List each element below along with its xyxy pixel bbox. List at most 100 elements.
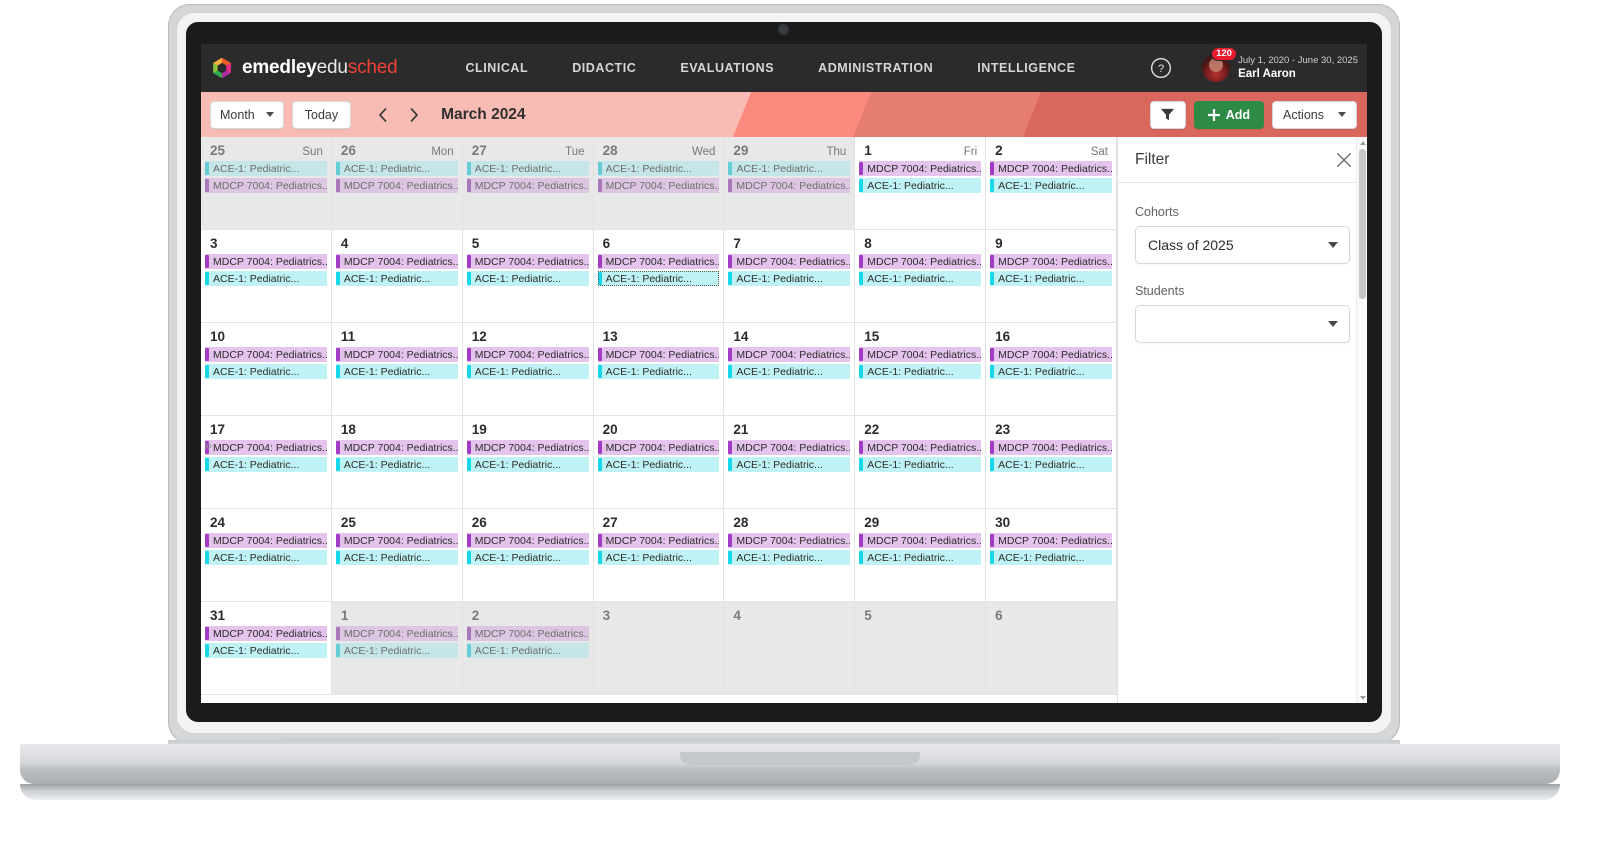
calendar-event[interactable]: ACE-1: Pediatric... (990, 178, 1112, 193)
calendar-day-cell[interactable]: 6 MDCP 7004: Pediatrics... ACE-1: Pediatri… (593, 230, 725, 323)
calendar-event[interactable]: MDCP 7004: Pediatrics... (335, 626, 458, 641)
calendar-event[interactable]: MDCP 7004: Pediatrics... (205, 254, 327, 269)
calendar-day-cell[interactable]: 20 MDCP 7004: Pediatrics... ACE-1: Pediatr… (593, 416, 725, 509)
calendar-event[interactable]: MDCP 7004: Pediatrics... (859, 347, 982, 362)
calendar-day-cell[interactable]: 2 Sat MDCP 7004: Pediatrics... ACE-1: Pedia… (986, 137, 1117, 230)
nav-item-administration[interactable]: ADMINISTRATION (796, 61, 955, 75)
calendar-event[interactable]: ACE-1: Pediatric... (205, 643, 327, 658)
calendar-day-cell[interactable]: 19 MDCP 7004: Pediatrics... ACE-1: Pediatr… (462, 416, 594, 509)
calendar-event[interactable]: ACE-1: Pediatric... (597, 364, 720, 379)
calendar-day-cell[interactable]: 4 MDCP 7004: Pediatrics... ACE-1: Pediatri… (331, 230, 463, 323)
calendar-event[interactable]: MDCP 7004: Pediatrics... (335, 178, 458, 193)
calendar-event[interactable]: MDCP 7004: Pediatrics... (728, 347, 851, 362)
vertical-scrollbar[interactable] (1356, 137, 1367, 703)
calendar-event[interactable]: ACE-1: Pediatric... (335, 161, 458, 176)
calendar-day-cell[interactable]: 15 MDCP 7004: Pediatrics... ACE-1: Pediatr… (855, 323, 987, 416)
calendar-day-cell[interactable]: 21 MDCP 7004: Pediatrics... ACE-1: Pediatr… (724, 416, 856, 509)
calendar-day-cell[interactable]: 30 MDCP 7004: Pediatrics... ACE-1: Pediatr… (986, 509, 1117, 602)
calendar-event[interactable]: MDCP 7004: Pediatrics... (990, 347, 1112, 362)
calendar-event[interactable]: ACE-1: Pediatric... (859, 364, 982, 379)
calendar-event[interactable]: MDCP 7004: Pediatrics... (859, 533, 982, 548)
calendar-event[interactable]: MDCP 7004: Pediatrics... (466, 347, 589, 362)
calendar-event[interactable]: MDCP 7004: Pediatrics... (728, 533, 851, 548)
notification-badge[interactable]: 120 (1211, 47, 1237, 62)
today-button[interactable]: Today (291, 100, 352, 129)
calendar-event[interactable]: ACE-1: Pediatric... (859, 457, 982, 472)
calendar-event[interactable]: ACE-1: Pediatric... (466, 550, 589, 565)
calendar-day-cell[interactable]: 5 MDCP 7004: Pediatrics... ACE-1: Pediatri… (462, 230, 594, 323)
calendar-event[interactable]: MDCP 7004: Pediatrics... (466, 254, 589, 269)
calendar-event[interactable]: MDCP 7004: Pediatrics... (728, 440, 851, 455)
calendar-day-cell[interactable]: 28 Wed ACE-1: Pediatric... MDCP 7004: Pedia… (593, 137, 725, 230)
calendar-day-cell[interactable]: 14 MDCP 7004: Pediatrics... ACE-1: Pediatr… (724, 323, 856, 416)
calendar-event[interactable]: MDCP 7004: Pediatrics... (205, 178, 327, 193)
nav-item-didactic[interactable]: DIDACTIC (550, 61, 658, 75)
calendar-day-cell[interactable]: 17 MDCP 7004: Pediatrics... ACE-1: Pediatr… (201, 416, 332, 509)
calendar-event[interactable]: ACE-1: Pediatric... (728, 364, 851, 379)
calendar-day-cell[interactable]: 24 MDCP 7004: Pediatrics... ACE-1: Pediatr… (201, 509, 332, 602)
scroll-up-button[interactable] (1357, 137, 1367, 148)
calendar-event[interactable]: MDCP 7004: Pediatrics... (990, 254, 1112, 269)
calendar-event[interactable]: ACE-1: Pediatric... (859, 271, 982, 286)
calendar-event[interactable]: ACE-1: Pediatric... (466, 271, 589, 286)
calendar-event[interactable]: ACE-1: Pediatric... (205, 364, 327, 379)
calendar-event[interactable]: MDCP 7004: Pediatrics... (597, 440, 720, 455)
calendar-day-cell[interactable]: 11 MDCP 7004: Pediatrics... ACE-1: Pediatr… (331, 323, 463, 416)
calendar-event[interactable]: MDCP 7004: Pediatrics... (597, 347, 720, 362)
sidebar-collapse-handle[interactable]: » (201, 433, 215, 457)
view-mode-dropdown[interactable]: Month (210, 100, 284, 129)
calendar-day-cell[interactable]: 5 (855, 602, 987, 695)
calendar-day-cell[interactable]: 2 MDCP 7004: Pediatrics... ACE-1: Pediatri… (462, 602, 594, 695)
calendar-day-cell[interactable]: 7 MDCP 7004: Pediatrics... ACE-1: Pediatri… (724, 230, 856, 323)
calendar-event[interactable]: ACE-1: Pediatric... (335, 643, 458, 658)
calendar-day-cell[interactable]: 8 MDCP 7004: Pediatrics... ACE-1: Pediatri… (855, 230, 987, 323)
calendar-event[interactable]: ACE-1: Pediatric... (990, 457, 1112, 472)
calendar-day-cell[interactable]: 18 MDCP 7004: Pediatrics... ACE-1: Pediatr… (331, 416, 463, 509)
calendar-event[interactable]: MDCP 7004: Pediatrics... (990, 533, 1112, 548)
calendar-event[interactable]: ACE-1: Pediatric... (205, 161, 327, 176)
calendar-day-cell[interactable]: 26 Mon ACE-1: Pediatric... MDCP 7004: Pedia… (331, 137, 463, 230)
calendar-day-cell[interactable]: 29 Thu ACE-1: Pediatric... MDCP 7004: Pedia… (724, 137, 856, 230)
calendar-event[interactable]: ACE-1: Pediatric... (335, 457, 458, 472)
calendar-event[interactable]: ACE-1: Pediatric... (728, 457, 851, 472)
calendar-event[interactable]: MDCP 7004: Pediatrics... (990, 440, 1112, 455)
calendar-day-cell[interactable]: 23 MDCP 7004: Pediatrics... ACE-1: Pediatr… (986, 416, 1117, 509)
calendar-day-cell[interactable]: 4 (724, 602, 856, 695)
calendar-day-cell[interactable]: 29 MDCP 7004: Pediatrics... ACE-1: Pediatr… (855, 509, 987, 602)
calendar-event[interactable]: MDCP 7004: Pediatrics... (335, 440, 458, 455)
calendar-event[interactable]: MDCP 7004: Pediatrics... (466, 626, 589, 641)
filter-toggle-button[interactable] (1149, 100, 1186, 129)
nav-item-clinical[interactable]: CLINICAL (443, 61, 550, 75)
calendar-event[interactable]: ACE-1: Pediatric... (466, 457, 589, 472)
calendar-event[interactable]: ACE-1: Pediatric... (205, 271, 327, 286)
calendar-event[interactable]: MDCP 7004: Pediatrics... (728, 178, 851, 193)
nav-item-intelligence[interactable]: INTELLIGENCE (955, 61, 1097, 75)
students-select[interactable] (1135, 305, 1350, 343)
calendar-event[interactable]: ACE-1: Pediatric... (859, 178, 982, 193)
nav-item-evaluations[interactable]: EVALUATIONS (658, 61, 796, 75)
calendar-event[interactable]: ACE-1: Pediatric... (466, 643, 589, 658)
scroll-down-button[interactable] (1357, 692, 1367, 703)
calendar-day-cell[interactable]: 6 (986, 602, 1117, 695)
calendar-event[interactable]: MDCP 7004: Pediatrics... (335, 347, 458, 362)
calendar-day-cell[interactable]: 1 Fri MDCP 7004: Pediatrics... ACE-1: Pedia… (855, 137, 987, 230)
calendar-event[interactable]: ACE-1: Pediatric... (597, 161, 720, 176)
calendar-day-cell[interactable]: 3 (593, 602, 725, 695)
calendar-event[interactable]: ACE-1: Pediatric... (990, 364, 1112, 379)
calendar-event[interactable]: ACE-1: Pediatric... (990, 271, 1112, 286)
calendar-day-cell[interactable]: 28 MDCP 7004: Pediatrics... ACE-1: Pediatr… (724, 509, 856, 602)
calendar-day-cell[interactable]: 27 Tue ACE-1: Pediatric... MDCP 7004: Pedia… (462, 137, 594, 230)
prev-period-button[interactable] (371, 104, 393, 126)
calendar-event[interactable]: MDCP 7004: Pediatrics... (466, 440, 589, 455)
calendar-event[interactable]: MDCP 7004: Pediatrics... (335, 533, 458, 548)
calendar-event[interactable]: ACE-1: Pediatric... (335, 550, 458, 565)
scrollbar-thumb[interactable] (1359, 149, 1366, 299)
question-circle-icon[interactable]: ? (1150, 57, 1172, 79)
calendar-day-cell[interactable]: 1 MDCP 7004: Pediatrics... ACE-1: Pediatri… (331, 602, 463, 695)
calendar-day-cell[interactable]: 25 Sun ACE-1: Pediatric... MDCP 7004: Pedia… (201, 137, 332, 230)
calendar-event[interactable]: ACE-1: Pediatric... (728, 271, 851, 286)
brand[interactable]: emedleyedusched (210, 56, 398, 80)
calendar-event[interactable]: ACE-1: Pediatric... (335, 271, 458, 286)
calendar-event[interactable]: MDCP 7004: Pediatrics... (205, 626, 327, 641)
calendar-event[interactable]: ACE-1: Pediatric... (597, 457, 720, 472)
